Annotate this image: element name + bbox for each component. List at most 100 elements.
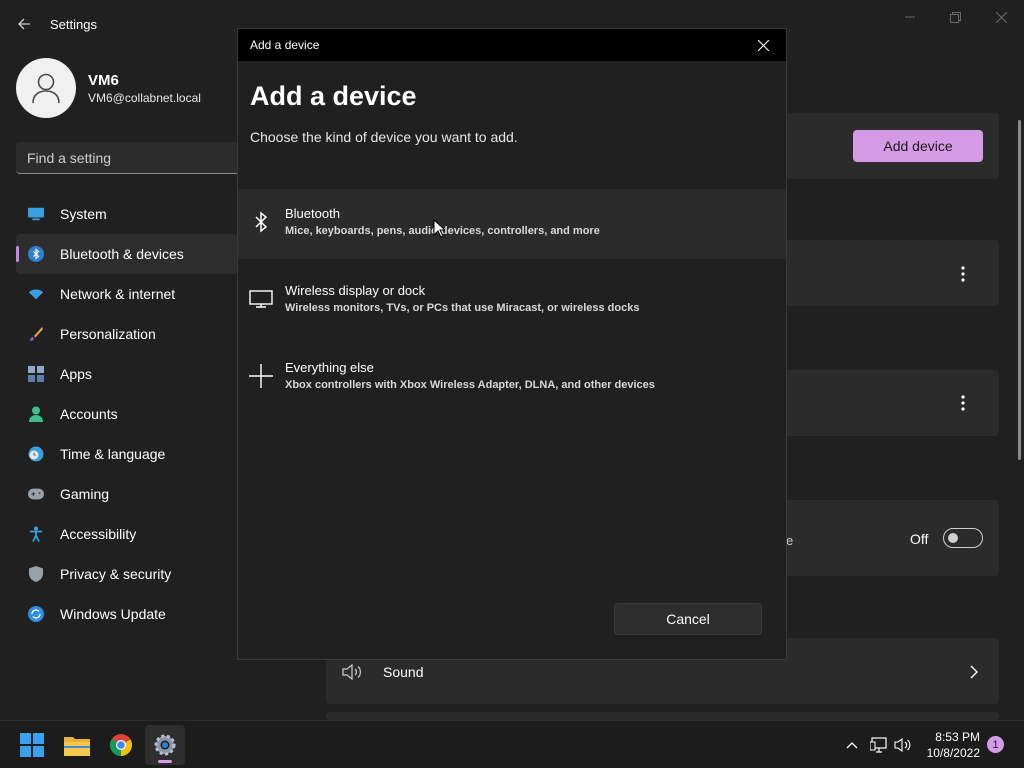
dialog-close-button[interactable] xyxy=(748,35,778,55)
start-button[interactable] xyxy=(12,725,52,765)
maximize-button[interactable] xyxy=(935,6,975,28)
update-icon xyxy=(28,606,44,622)
speaker-icon xyxy=(894,737,911,753)
clock-date[interactable]: 10/8/2022 xyxy=(920,746,980,760)
shield-icon xyxy=(28,566,44,582)
user-email: VM6@collabnet.local xyxy=(88,91,201,105)
bluetooth-icon xyxy=(28,246,44,262)
toggle-state-label: Off xyxy=(910,531,929,547)
sidebar-item-bluetooth-devices[interactable]: Bluetooth & devices xyxy=(16,234,238,274)
person-icon xyxy=(28,406,44,422)
dialog-subtitle: Choose the kind of device you want to ad… xyxy=(250,129,518,145)
person-icon xyxy=(32,73,60,104)
notification-badge[interactable]: 1 xyxy=(987,736,1004,753)
card-partial xyxy=(326,712,999,720)
sidebar-item-label: Privacy & security xyxy=(60,566,172,582)
sidebar-item-label: Network & internet xyxy=(60,286,176,302)
search-placeholder: Find a setting xyxy=(27,150,112,166)
option-bluetooth[interactable]: Bluetooth Mice, keyboards, pens, audio d… xyxy=(238,189,786,259)
gamepad-icon xyxy=(28,486,44,502)
dialog-body: Add a device Choose the kind of device y… xyxy=(238,61,786,659)
option-description: Wireless monitors, TVs, or PCs that use … xyxy=(285,302,640,314)
sidebar-item-label: Accessibility xyxy=(60,526,137,542)
monitor-icon xyxy=(248,286,274,312)
chevron-up-icon xyxy=(846,742,858,749)
close-window-button[interactable] xyxy=(981,6,1021,28)
arrow-left-icon xyxy=(18,18,30,30)
sidebar-item-label: Bluetooth & devices xyxy=(60,246,184,262)
sidebar-nav: System Bluetooth & devices Network & int… xyxy=(16,194,238,634)
sidebar-item-system[interactable]: System xyxy=(16,194,238,234)
sidebar-item-label: Windows Update xyxy=(60,606,166,622)
toggle-knob xyxy=(948,533,958,543)
sidebar-item-time-language[interactable]: Time & language xyxy=(16,434,238,474)
avatar[interactable] xyxy=(16,58,76,118)
sidebar-item-gaming[interactable]: Gaming xyxy=(16,474,238,514)
close-icon xyxy=(995,11,1007,23)
dialog-titlebar-text: Add a device xyxy=(250,38,320,52)
file-explorer-button[interactable] xyxy=(57,725,97,765)
add-device-button[interactable]: Add device xyxy=(853,130,983,162)
setting-toggle[interactable] xyxy=(943,528,983,548)
sidebar-item-apps[interactable]: Apps xyxy=(16,354,238,394)
mouse-cursor-icon xyxy=(433,219,445,238)
file-explorer-icon xyxy=(64,737,90,756)
more-options-button[interactable] xyxy=(961,395,965,414)
start-icon xyxy=(20,733,44,757)
sidebar-item-label: Apps xyxy=(60,366,92,382)
search-input[interactable]: Find a setting xyxy=(16,142,238,174)
add-device-dialog: Add a device Add a device Choose the kin… xyxy=(237,28,787,660)
sidebar-item-privacy-security[interactable]: Privacy & security xyxy=(16,554,238,594)
network-tray-button[interactable] xyxy=(869,735,889,755)
option-wireless-display[interactable]: Wireless display or dock Wireless monito… xyxy=(238,266,786,336)
speaker-icon xyxy=(342,663,361,681)
setting-description: e xyxy=(786,533,794,548)
sidebar-item-windows-update[interactable]: Windows Update xyxy=(16,594,238,634)
network-icon xyxy=(870,737,887,753)
option-title: Bluetooth xyxy=(285,206,340,221)
taskbar: 8:53 PM 10/8/2022 1 xyxy=(0,720,1024,768)
sidebar-item-label: Accounts xyxy=(60,406,118,422)
accessibility-icon xyxy=(28,526,44,542)
sidebar-item-label: Personalization xyxy=(60,326,156,342)
minimize-icon xyxy=(905,16,915,18)
settings-taskbar-button[interactable] xyxy=(145,725,185,765)
back-button[interactable] xyxy=(12,12,36,36)
scrollbar[interactable] xyxy=(1018,120,1021,460)
sidebar-item-network[interactable]: Network & internet xyxy=(16,274,238,314)
sidebar-item-accessibility[interactable]: Accessibility xyxy=(16,514,238,554)
more-options-button[interactable] xyxy=(961,266,965,285)
option-description: Xbox controllers with Xbox Wireless Adap… xyxy=(285,379,655,391)
sidebar-item-personalization[interactable]: Personalization xyxy=(16,314,238,354)
clock-time[interactable]: 8:53 PM xyxy=(926,730,980,744)
sidebar-item-label: Gaming xyxy=(60,486,110,502)
close-icon xyxy=(757,39,769,51)
chrome-button[interactable] xyxy=(101,725,141,765)
dialog-heading: Add a device xyxy=(250,81,417,111)
sound-label: Sound xyxy=(383,664,424,680)
apps-icon xyxy=(28,366,44,382)
plus-icon xyxy=(248,363,274,389)
volume-tray-button[interactable] xyxy=(893,735,913,755)
sidebar-item-label: Time & language xyxy=(60,446,166,462)
brush-icon xyxy=(28,326,44,342)
bluetooth-icon xyxy=(248,209,274,235)
sidebar-item-label: System xyxy=(60,206,107,222)
more-vertical-icon xyxy=(961,395,965,411)
show-hidden-icons-button[interactable] xyxy=(842,735,862,755)
clock-globe-icon xyxy=(28,446,44,462)
chrome-icon xyxy=(110,734,132,756)
monitor-icon xyxy=(28,206,44,222)
cancel-button[interactable]: Cancel xyxy=(614,603,762,635)
chevron-right-icon xyxy=(970,665,978,679)
more-vertical-icon xyxy=(961,266,965,282)
wifi-icon xyxy=(28,286,44,302)
option-title: Everything else xyxy=(285,360,374,375)
window-title: Settings xyxy=(50,17,97,32)
user-name: VM6 xyxy=(88,72,119,89)
option-everything-else[interactable]: Everything else Xbox controllers with Xb… xyxy=(238,343,786,413)
sidebar-item-accounts[interactable]: Accounts xyxy=(16,394,238,434)
option-title: Wireless display or dock xyxy=(285,283,426,298)
minimize-button[interactable] xyxy=(890,6,930,28)
settings-icon xyxy=(154,734,176,756)
